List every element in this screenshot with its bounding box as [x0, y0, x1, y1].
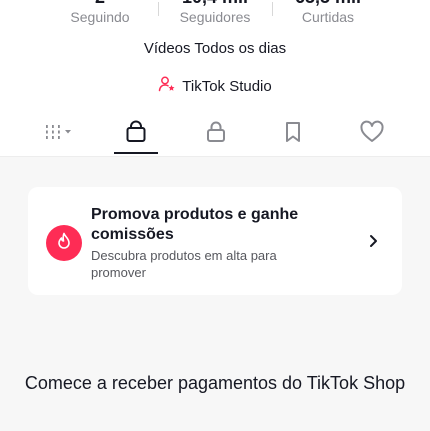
active-tab-indicator	[114, 152, 158, 154]
person-star-icon	[158, 75, 176, 97]
shopping-bag-icon	[124, 120, 148, 149]
tab-shop[interactable]	[116, 118, 156, 150]
tiktok-studio-label: TikTok Studio	[182, 77, 272, 95]
stat-likes[interactable]: 65,5 mil Curtidas	[273, 0, 383, 26]
profile-stats: 2 Seguindo 10,4 mil Seguidores 65,5 mil …	[0, 0, 430, 30]
promo-subtitle: Descubra produtos em alta para promover	[91, 248, 277, 280]
stat-followers-value: 10,4 mil	[160, 0, 270, 8]
stat-following[interactable]: 2 Seguindo	[45, 0, 155, 26]
shop-feed: Promova produtos e ganhe comissões Descu…	[0, 156, 430, 431]
profile-bio: Vídeos Todos os dias	[143, 40, 287, 57]
stat-followers[interactable]: 10,4 mil Seguidores	[160, 0, 270, 26]
flame-badge	[46, 225, 82, 261]
tab-videos-grid[interactable]	[40, 118, 80, 150]
bookmark-icon	[281, 120, 305, 149]
tab-private[interactable]	[196, 118, 236, 150]
grid-dropdown-icon	[43, 122, 77, 147]
profile-tabs	[0, 112, 430, 156]
stat-followers-label: Seguidores	[179, 9, 251, 25]
lock-icon	[204, 120, 228, 149]
stat-following-value: 2	[45, 0, 155, 8]
heart-icon	[359, 120, 385, 149]
shop-payments-heading: Comece a receber pagamentos do TikTok Sh…	[24, 373, 406, 393]
promo-title: Promova produtos e ganhe comissões	[91, 206, 299, 243]
flame-icon	[54, 231, 74, 256]
tiktok-studio-link[interactable]: TikTok Studio	[0, 75, 430, 97]
chevron-right-icon	[368, 234, 380, 253]
promote-products-card[interactable]: Promova produtos e ganhe comissões Descu…	[28, 187, 402, 295]
stat-following-label: Seguindo	[70, 9, 130, 25]
stat-likes-label: Curtidas	[301, 9, 355, 25]
tab-favorites[interactable]	[273, 118, 313, 150]
stat-likes-value: 65,5 mil	[273, 0, 383, 8]
tab-liked[interactable]	[352, 118, 392, 150]
stat-divider	[158, 2, 159, 16]
